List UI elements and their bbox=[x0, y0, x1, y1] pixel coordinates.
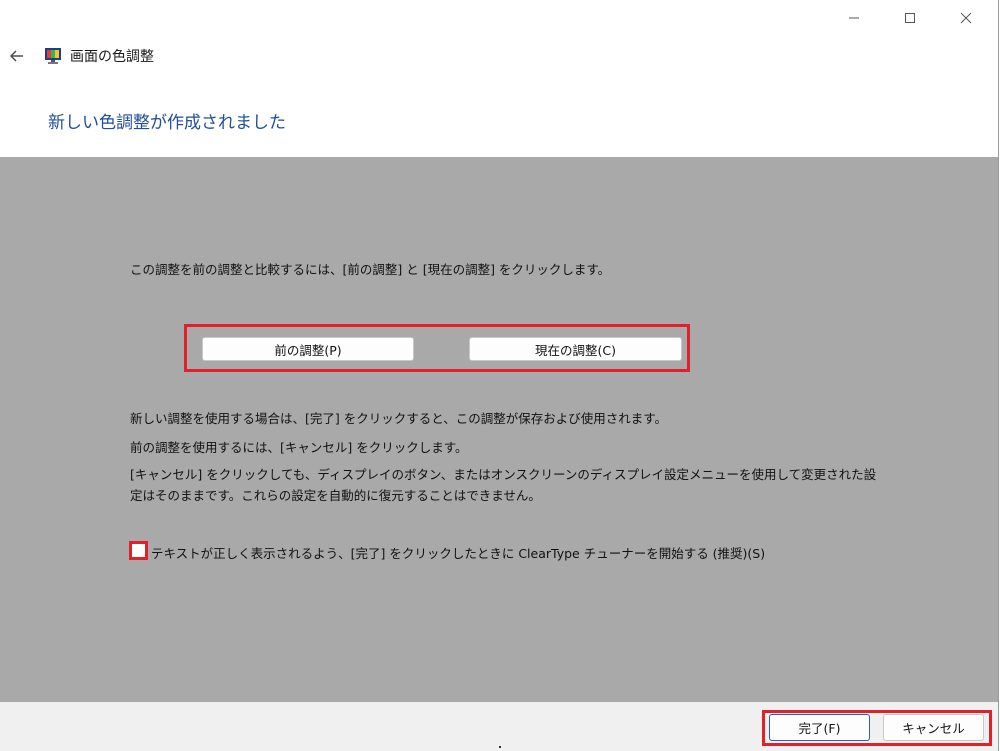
cancel-note-line2: 定はそのままです。これらの設定を自動的に復元することはできません。 bbox=[130, 488, 541, 503]
back-button[interactable] bbox=[0, 40, 34, 72]
footer-bar: 完了(F) キャンセル bbox=[0, 702, 998, 751]
content-area: この調整を前の調整と比較するには、[前の調整] と [現在の調整] をクリックし… bbox=[0, 157, 998, 702]
back-arrow-icon bbox=[10, 50, 23, 62]
close-button[interactable] bbox=[938, 0, 994, 36]
title-bar bbox=[0, 0, 998, 36]
current-calibration-button[interactable]: 現在の調整(C) bbox=[469, 337, 682, 361]
monitor-color-icon bbox=[45, 48, 61, 64]
footer-dot bbox=[499, 746, 501, 748]
maximize-button[interactable] bbox=[882, 0, 938, 36]
navigation-row: 画面の色調整 bbox=[0, 40, 154, 72]
cancel-note-line1: [キャンセル] をクリックしても、ディスプレイのボタン、またはオンスクリーンのデ… bbox=[130, 467, 877, 482]
page-heading: 新しい色調整が作成されました bbox=[48, 113, 286, 133]
cleartype-checkbox[interactable] bbox=[129, 541, 148, 560]
color-calibration-window: 画面の色調整 新しい色調整が作成されました この調整を前の調整と比較するには、[… bbox=[0, 0, 999, 751]
compare-instructions: この調整を前の調整と比較するには、[前の調整] と [現在の調整] をクリックし… bbox=[130, 262, 611, 277]
finish-button[interactable]: 完了(F) bbox=[769, 714, 870, 741]
maximize-icon bbox=[905, 13, 915, 23]
minimize-icon bbox=[849, 17, 859, 19]
cleartype-checkbox-label[interactable]: テキストが正しく表示されるよう、[完了] をクリックしたときに ClearTyp… bbox=[151, 543, 765, 562]
close-icon bbox=[960, 12, 972, 24]
cancel-info-text: 前の調整を使用するには、[キャンセル] をクリックします。 bbox=[130, 440, 468, 455]
finish-info-text: 新しい調整を使用する場合は、[完了] をクリックすると、この調整が保存および使用… bbox=[130, 411, 667, 426]
minimize-button[interactable] bbox=[826, 0, 882, 36]
app-title: 画面の色調整 bbox=[70, 49, 154, 65]
previous-calibration-button[interactable]: 前の調整(P) bbox=[202, 337, 414, 361]
cancel-button[interactable]: キャンセル bbox=[883, 714, 984, 741]
